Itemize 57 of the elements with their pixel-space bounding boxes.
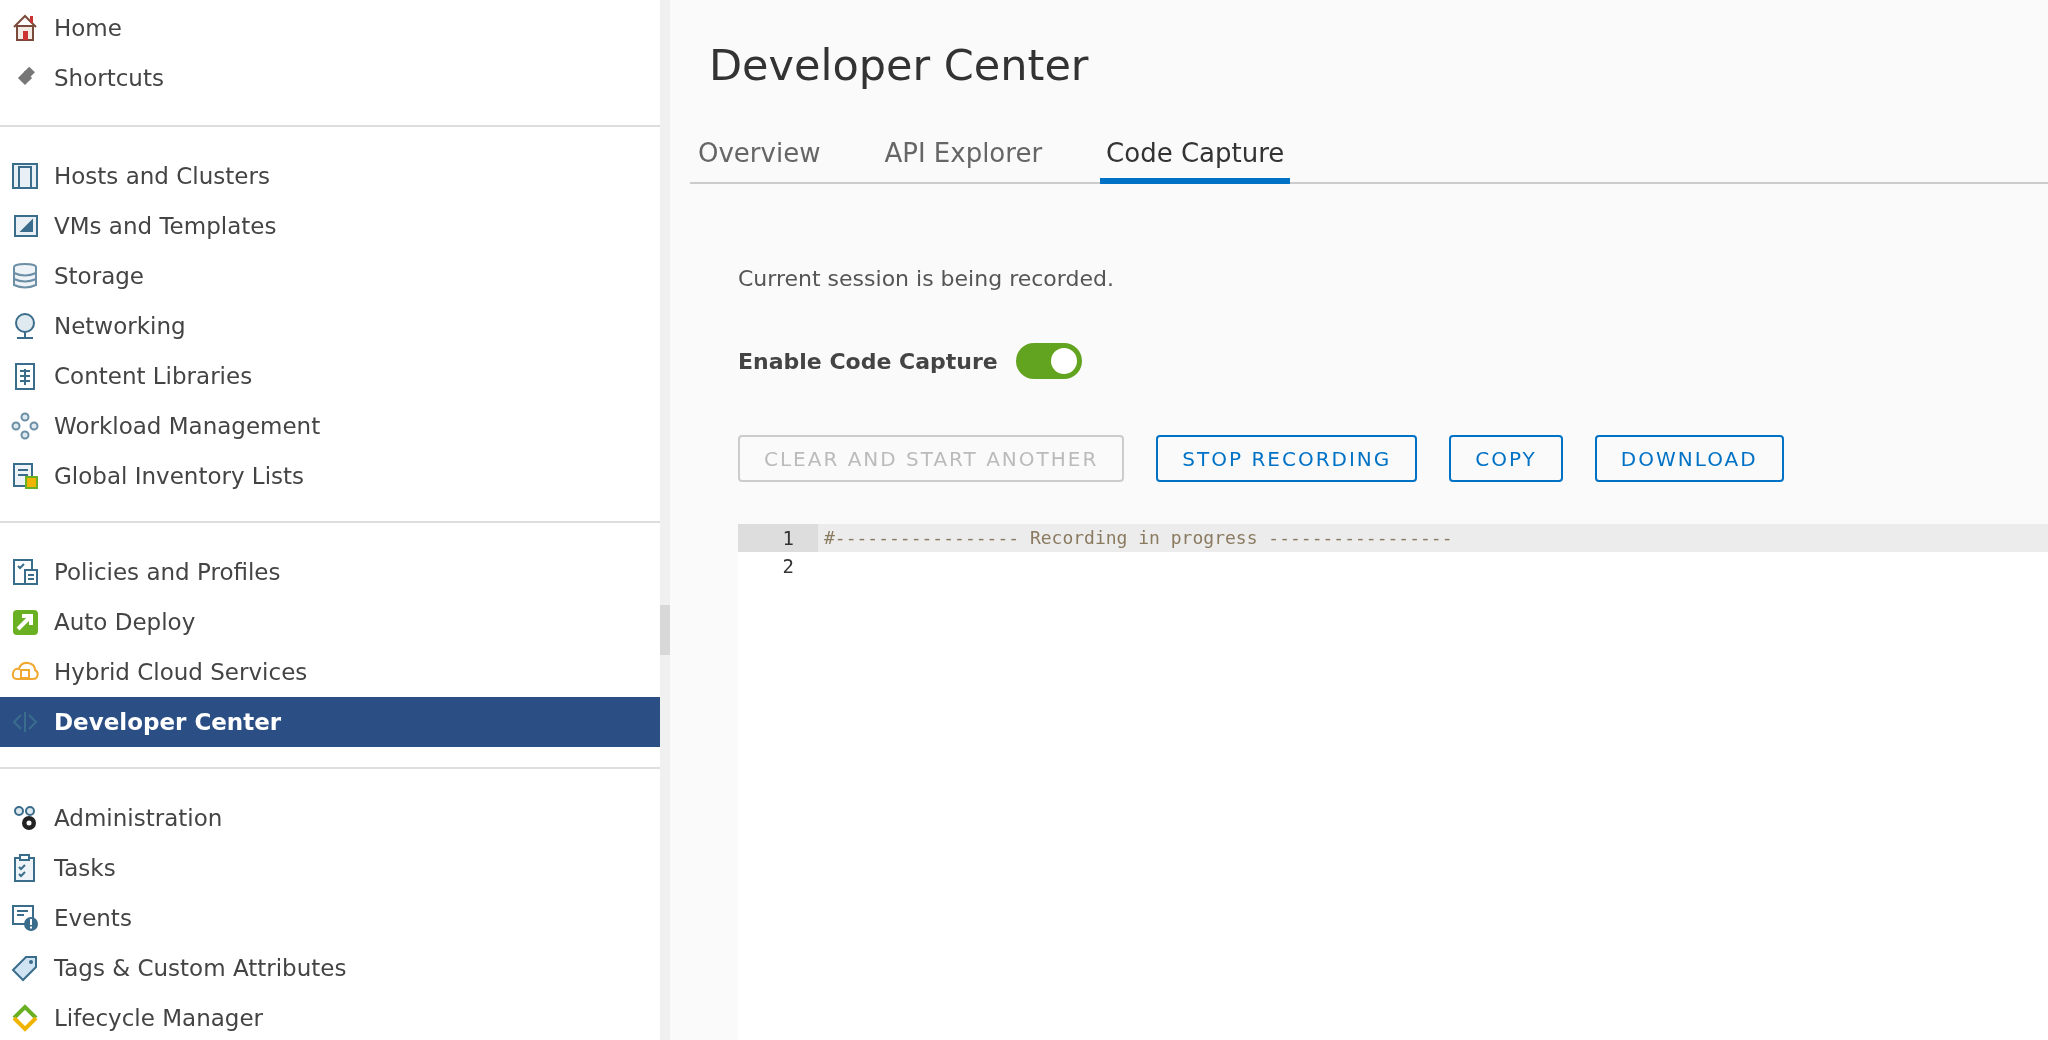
sidebar-item[interactable]: Content Libraries	[0, 351, 660, 401]
sidebar-item-label: Hybrid Cloud Services	[54, 659, 308, 685]
toggle-switch[interactable]	[1015, 343, 1082, 379]
sidebar-item-label: Developer Center	[54, 709, 282, 735]
status-text: Current session is being recorded.	[738, 266, 1115, 291]
sidebar-item[interactable]: Hosts and Clusters	[0, 151, 660, 201]
sidebar-item-label: Tasks	[54, 855, 116, 881]
sidebar-item[interactable]: Events	[0, 893, 660, 943]
sidebar-item[interactable]: Shortcuts	[0, 53, 660, 103]
page-title: Developer Center	[709, 40, 1090, 90]
nodes-icon	[10, 411, 40, 441]
sidebar-item-label: Lifecycle Manager	[54, 1005, 264, 1031]
line-number: 2	[781, 554, 795, 579]
sidebar-item-label: VMs and Templates	[54, 213, 277, 239]
sidebar-item-label: Home	[54, 15, 122, 41]
checklist-icon	[10, 557, 40, 587]
sidebar-item[interactable]: Policies and Profiles	[0, 547, 660, 597]
sidebar-item-label: Administration	[54, 805, 223, 831]
database-icon	[10, 261, 40, 291]
sidebar-item-label: Tags & Custom Attributes	[54, 955, 347, 981]
sidebar-item-label: Auto Deploy	[54, 609, 196, 635]
sidebar-item-label: Content Libraries	[54, 363, 253, 389]
sidebar-item[interactable]: Administration	[0, 793, 660, 843]
sidebar-item-label: Hosts and Clusters	[54, 163, 270, 189]
action-button[interactable]: STOP RECORDING	[1156, 435, 1418, 482]
action-button[interactable]: DOWNLOAD	[1594, 435, 1784, 482]
sidebar-item-label: Shortcuts	[54, 65, 164, 91]
sidebar-item-label: Networking	[54, 313, 186, 339]
sidebar-item[interactable]: Tasks	[0, 843, 660, 893]
action-button[interactable]: COPY	[1449, 435, 1563, 482]
tab[interactable]: Overview	[692, 138, 827, 184]
alert-list-icon	[10, 903, 40, 933]
sidebar-item[interactable]: Networking	[0, 301, 660, 351]
sidebar-item-label: Events	[54, 905, 132, 931]
tab[interactable]: Code Capture	[1100, 138, 1291, 184]
sidebar-item[interactable]: Developer Center	[0, 697, 660, 747]
toggle-label: Enable Code Capture	[738, 348, 998, 374]
sidebar-item-label: Workload Management	[54, 413, 321, 439]
cycle-icon	[10, 1003, 40, 1033]
sidebar-item[interactable]: Global Inventory Lists	[0, 451, 660, 501]
line-number: 1	[738, 524, 818, 552]
code-editor[interactable]: 1 #----------------- Recording in progress ----------------- 2	[738, 524, 2048, 1040]
list-icon	[10, 461, 40, 491]
sidebar-item-label: Policies and Profiles	[54, 559, 281, 585]
sidebar-item[interactable]: Tags & Custom Attributes	[0, 943, 660, 993]
sidebar-item[interactable]: Home	[0, 3, 660, 53]
sidebar-item[interactable]: VMs and Templates	[0, 201, 660, 251]
sidebar-item[interactable]: Storage	[0, 251, 660, 301]
sidebar-item[interactable]: Workload Management	[0, 401, 660, 451]
server-icon	[10, 161, 40, 191]
sidebar-item[interactable]: Lifecycle Manager	[0, 993, 660, 1040]
sidebar-item[interactable]: Hybrid Cloud Services	[0, 647, 660, 697]
sidebar-item-label: Storage	[54, 263, 144, 289]
tab[interactable]: API Explorer	[878, 138, 1049, 184]
sidebar-item-label: Global Inventory Lists	[54, 463, 305, 489]
tag-icon	[10, 953, 40, 983]
sidebar-item[interactable]: Auto Deploy	[0, 597, 660, 647]
